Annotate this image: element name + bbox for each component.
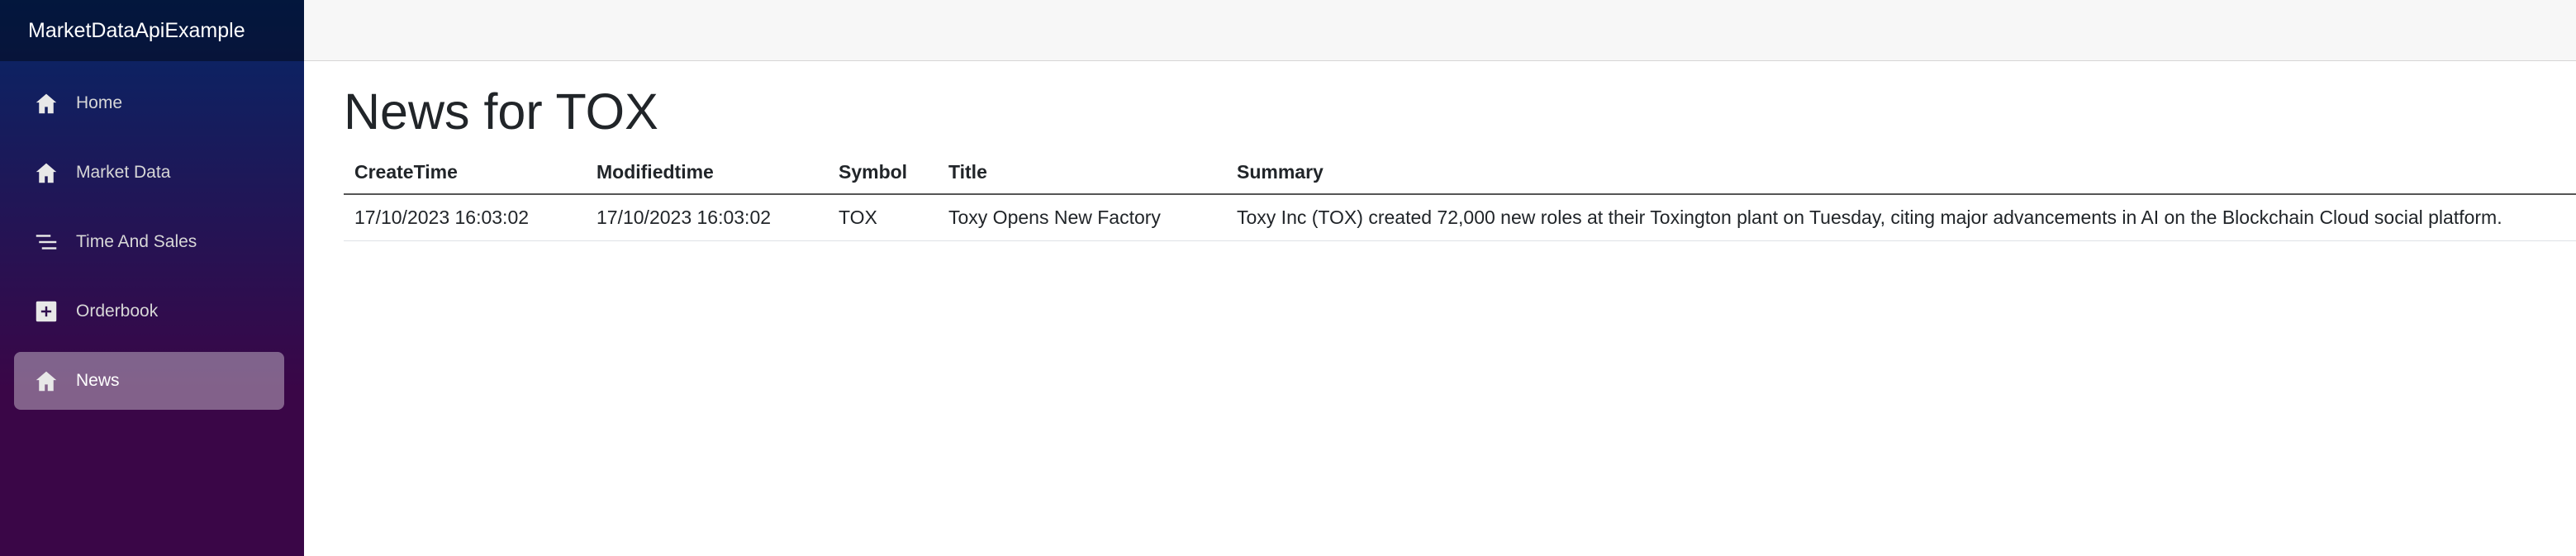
- table-header-row: CreateTime Modifiedtime Symbol Title Sum…: [344, 151, 2576, 196]
- table-row: 17/10/2023 16:03:02 17/10/2023 16:03:02 …: [344, 194, 2576, 242]
- cell-modifiedtime: 17/10/2023 16:03:02: [586, 194, 828, 242]
- home-icon: [35, 161, 58, 184]
- nav-item-label: News: [76, 371, 120, 390]
- main-content: News for TOX CreateTime Modifiedtime Sym…: [344, 61, 2576, 242]
- column-header-createtime: CreateTime: [344, 151, 586, 196]
- nav-menu: Home Market Data Time And Sales Orderboo…: [0, 61, 304, 410]
- column-header-symbol: Symbol: [828, 151, 938, 196]
- sidebar: MarketDataApiExample Home Market Data Ti…: [0, 0, 304, 556]
- news-table: CreateTime Modifiedtime Symbol Title Sum…: [344, 151, 2576, 242]
- plus-icon: [35, 300, 58, 323]
- nav-item-label: Orderbook: [76, 302, 159, 321]
- nav-item-time-and-sales[interactable]: Time And Sales: [14, 213, 284, 271]
- nav-item-home[interactable]: Home: [14, 74, 284, 132]
- column-header-title: Title: [938, 151, 1226, 196]
- nav-item-label: Market Data: [76, 163, 171, 182]
- nav-item-news[interactable]: News: [14, 352, 284, 410]
- list-icon: [35, 230, 58, 254]
- nav-item-label: Home: [76, 93, 123, 112]
- nav-item-label: Time And Sales: [76, 232, 197, 251]
- home-icon: [35, 92, 58, 115]
- cell-summary: Toxy Inc (TOX) created 72,000 new roles …: [1226, 194, 2576, 242]
- home-icon: [35, 369, 58, 392]
- nav-item-orderbook[interactable]: Orderbook: [14, 283, 284, 340]
- column-header-summary: Summary: [1226, 151, 2576, 196]
- page-title: News for TOX: [344, 83, 658, 140]
- brand-link[interactable]: MarketDataApiExample: [28, 19, 245, 43]
- cell-createtime: 17/10/2023 16:03:02: [344, 194, 586, 242]
- top-row: [304, 0, 2576, 61]
- nav-item-market-data[interactable]: Market Data: [14, 144, 284, 202]
- sidebar-brand: MarketDataApiExample: [0, 0, 304, 61]
- cell-title: Toxy Opens New Factory: [938, 194, 1226, 242]
- cell-symbol: TOX: [828, 194, 938, 242]
- column-header-modifiedtime: Modifiedtime: [586, 151, 828, 196]
